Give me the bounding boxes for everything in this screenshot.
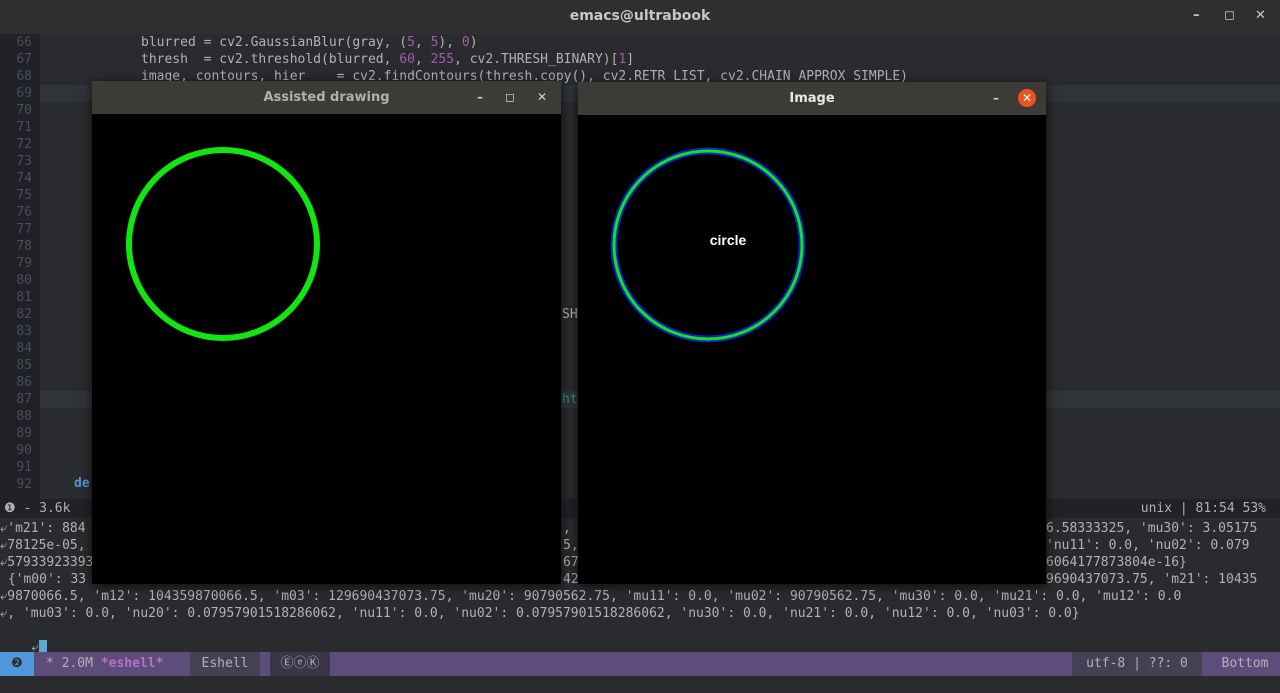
line-number: 73 — [16, 154, 32, 169]
line-number: 90 — [16, 443, 32, 458]
eshell-line-4-right: 9690437073.75, 'm21': 10435 — [1046, 572, 1258, 587]
eshell-line-4-left: {'m00': 33 — [0, 572, 87, 587]
line-number: 79 — [16, 256, 32, 271]
eshell-line-3-right: 6064177873804e-16} — [1046, 555, 1187, 570]
assisted-drawing-canvas[interactable] — [92, 114, 561, 584]
eshell-line-4-mid: 42 — [563, 572, 579, 587]
line-number: 71 — [16, 120, 32, 135]
window-title: emacs@ultrabook — [569, 8, 711, 24]
code-line-66: blurred = cv2.GaussianBlur(gray, (5, 5),… — [141, 35, 478, 50]
window-titlebar: emacs@ultrabook – ◻ ✕ — [0, 0, 1280, 34]
line-number: 88 — [16, 409, 32, 424]
eshell-line-3-left: ⤶57933923393 — [0, 555, 94, 570]
close-button[interactable]: ✕ — [1255, 8, 1266, 23]
window-number-badge: ❷ — [0, 652, 34, 676]
minimize-button[interactable]: – — [1193, 8, 1200, 23]
line-number: 89 — [16, 426, 32, 441]
minor-modes[interactable]: ⒺⓔⓀ — [270, 652, 330, 676]
line-number: 72 — [16, 137, 32, 152]
line-number: 85 — [16, 358, 32, 373]
minimize-button[interactable]: – — [470, 87, 490, 107]
code-fragment-82: SH — [562, 307, 578, 322]
line-number: 74 — [16, 171, 32, 186]
line-number: 69 — [16, 86, 32, 101]
assisted-drawing-titlebar[interactable]: Assisted drawing – ◻ ✕ — [92, 81, 561, 114]
maximize-button[interactable]: ◻ — [500, 87, 520, 107]
line-number: 70 — [16, 103, 32, 118]
line-number: 75 — [16, 188, 32, 203]
shape-label: circle — [710, 232, 747, 248]
line-number: 76 — [16, 205, 32, 220]
line-number: 92 — [16, 477, 32, 492]
eshell-mode-line: ❷ * 2.0M *eshell* Eshell ⒺⓔⓀ utf-8 | ??:… — [0, 652, 1280, 676]
mode-line-left: ❶ - 3.6k — [4, 501, 71, 516]
mode-line-right: unix | 81:54 53% — [1140, 501, 1266, 516]
line-number: 66 — [16, 35, 32, 50]
eshell-line-2-right: 'nu11': 0.0, 'nu02': 0.079 — [1046, 538, 1250, 553]
line-number: 82 — [16, 307, 32, 322]
line-number: 86 — [16, 375, 32, 390]
eshell-line-1-mid: , — [563, 521, 571, 536]
major-mode[interactable]: Eshell — [190, 652, 260, 676]
minibuffer[interactable] — [0, 676, 1280, 693]
drawn-circle — [126, 147, 320, 341]
line-number: 80 — [16, 273, 32, 288]
code-line-67: thresh = cv2.threshold(blurred, 60, 255,… — [141, 52, 635, 67]
eshell-line-6: ⤶, 'mu03': 0.0, 'nu20': 0.07957901518286… — [0, 606, 1080, 621]
line-number: 78 — [16, 239, 32, 254]
maximize-button[interactable]: ◻ — [1224, 8, 1235, 23]
image-title: Image — [789, 91, 835, 106]
image-svg: circle — [610, 147, 806, 343]
line-number: 81 — [16, 290, 32, 305]
buffer-info: * 2.0M *eshell* — [46, 656, 164, 671]
eshell-line-1-right: 6.58333325, 'mu30': 3.05175 — [1046, 521, 1258, 536]
close-button[interactable]: ✕ — [532, 87, 552, 107]
code-fragment-87: ht — [562, 392, 578, 407]
image-canvas: circle — [578, 115, 1046, 584]
image-titlebar[interactable]: Image – ✕ — [578, 82, 1046, 115]
line-number: 91 — [16, 460, 32, 475]
assisted-drawing-title: Assisted drawing — [263, 90, 390, 105]
line-number: 67 — [16, 52, 32, 67]
close-button[interactable]: ✕ — [1018, 89, 1036, 107]
line-number: 84 — [16, 341, 32, 356]
eshell-line-1-left: ⤶'m21': 884 — [0, 521, 86, 536]
drawing-svg — [126, 147, 320, 341]
minimize-button[interactable]: – — [986, 88, 1006, 108]
buffer-position: Bottom — [1221, 656, 1269, 671]
eshell-line-2-left: ⤶78125e-05, — [0, 538, 86, 553]
line-number: 87 — [16, 392, 32, 407]
encoding-info: utf-8 | ??: 0 — [1072, 652, 1202, 676]
line-number: 77 — [16, 222, 32, 237]
eshell-line-5: ⤶9870066.5, 'm12': 104359870066.5, 'm03'… — [0, 589, 1182, 604]
code-line-91: de — [74, 476, 90, 491]
eshell-line-3-mid: 67 — [563, 555, 579, 570]
line-number: 83 — [16, 324, 32, 339]
image-window[interactable]: Image – ✕ circle — [578, 82, 1046, 584]
detected-circle — [612, 149, 804, 341]
assisted-drawing-window[interactable]: Assisted drawing – ◻ ✕ — [92, 81, 561, 584]
line-number: 68 — [16, 69, 32, 84]
eshell-line-2-mid: 5, — [563, 538, 579, 553]
